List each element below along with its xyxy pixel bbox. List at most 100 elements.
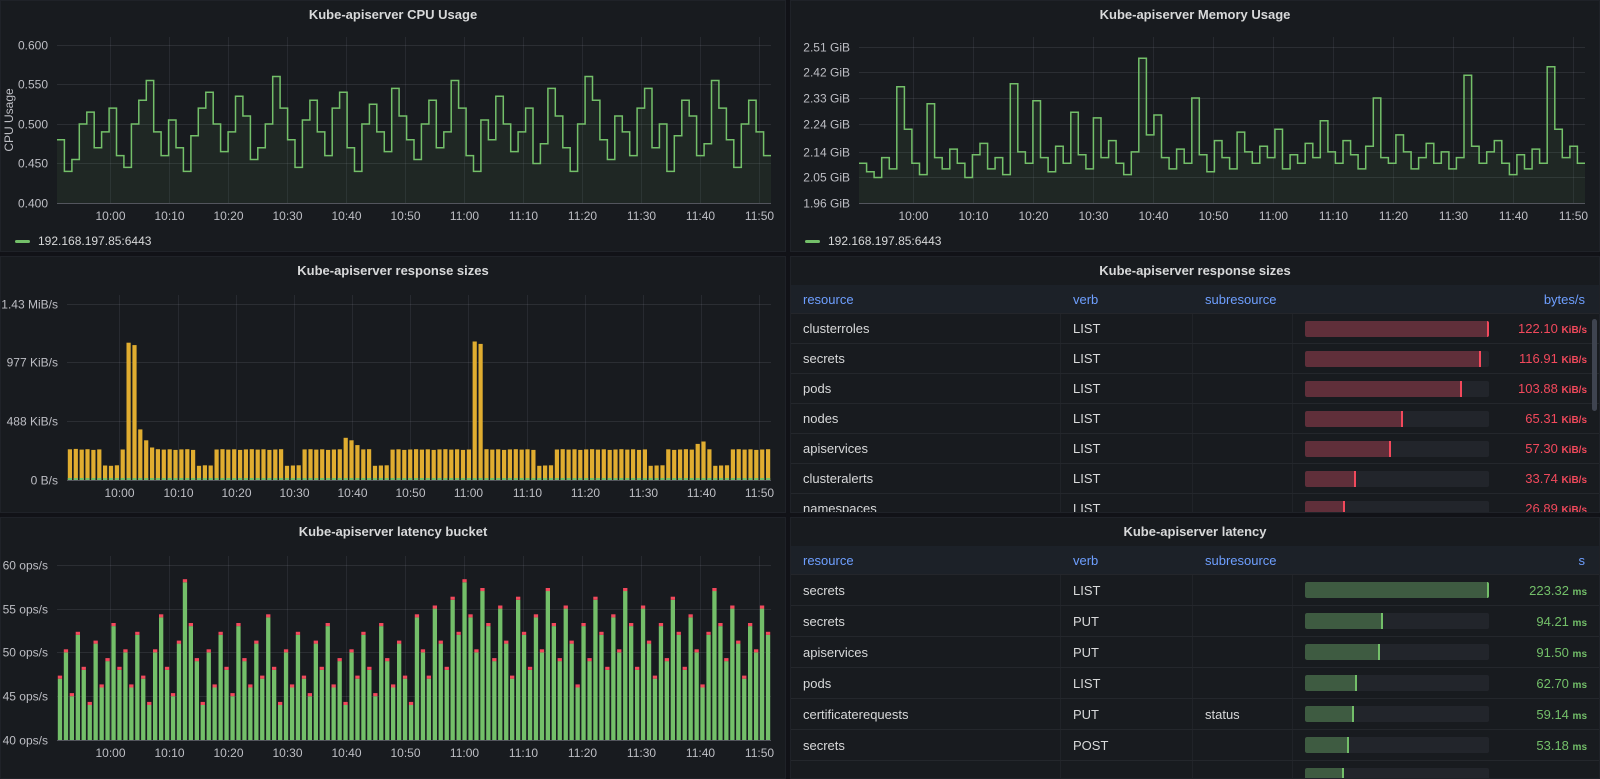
cell-verb: LIST <box>1061 494 1193 512</box>
panel-title-response-sizes-table[interactable]: Kube-apiserver response sizes <box>791 257 1599 285</box>
cell-resource: clusteralerts <box>791 464 1061 493</box>
column-header-subresource[interactable]: subresource <box>1193 553 1293 568</box>
panel-title-cpu[interactable]: Kube-apiserver CPU Usage <box>1 1 785 29</box>
svg-text:11:50: 11:50 <box>1559 209 1588 223</box>
svg-text:40 ops/s: 40 ops/s <box>3 734 48 748</box>
svg-text:2.14 GiB: 2.14 GiB <box>803 146 850 160</box>
table-row: secretsPUT94.21 ms <box>791 606 1599 637</box>
cell-subresource <box>1193 464 1293 493</box>
cell-subresource <box>1193 434 1293 463</box>
table-row: certificaterequestsPUTstatus59.14 ms <box>791 699 1599 730</box>
panel-title-latency-table[interactable]: Kube-apiserver latency <box>791 518 1599 546</box>
svg-text:10:10: 10:10 <box>154 746 184 760</box>
column-header-bytes[interactable]: bytes/s <box>1293 292 1599 307</box>
cell-gauge: 94.21 ms <box>1293 606 1599 636</box>
svg-text:10:20: 10:20 <box>213 209 243 223</box>
gauge-track <box>1305 706 1489 722</box>
cell-verb: LIST <box>1061 344 1193 373</box>
gauge-bar <box>1305 706 1354 722</box>
cell-gauge: 59.14 ms <box>1293 699 1599 729</box>
table-row: podsLIST103.88 KiB/s <box>791 374 1599 404</box>
column-header-resource[interactable]: resource <box>791 553 1061 568</box>
cell-subresource <box>1193 637 1293 667</box>
column-header-verb[interactable]: verb <box>1061 292 1193 307</box>
panel-memory-usage: Kube-apiserver Memory Usage 2.51 GiB2.42… <box>790 0 1600 252</box>
cell-verb: LIST <box>1061 668 1193 698</box>
svg-text:977 KiB/s: 977 KiB/s <box>7 356 58 370</box>
cell-verb <box>1061 761 1193 778</box>
table-scrollbar[interactable] <box>1592 319 1597 411</box>
cell-value: 65.31 KiB/s <box>1499 411 1587 426</box>
cell-resource: pods <box>791 668 1061 698</box>
svg-text:0.450: 0.450 <box>18 157 48 171</box>
svg-text:11:00: 11:00 <box>450 746 479 760</box>
gauge-bar <box>1305 644 1380 660</box>
table-row: namespacesLIST26.89 KiB/s <box>791 494 1599 512</box>
svg-text:11:30: 11:30 <box>627 746 656 760</box>
memory-usage-chart[interactable]: 2.51 GiB2.42 GiB2.33 GiB2.24 GiB2.14 GiB… <box>791 29 1599 229</box>
table-header: resource verb subresource bytes/s <box>791 285 1599 314</box>
svg-text:10:50: 10:50 <box>390 209 420 223</box>
cell-subresource <box>1193 404 1293 433</box>
cell-gauge: 122.10 KiB/s <box>1293 314 1599 343</box>
panel-response-sizes-chart: Kube-apiserver response sizes 1.43 MiB/s… <box>0 256 786 513</box>
chart-svg: 1.43 MiB/s977 KiB/s488 KiB/s0 B/s10:0010… <box>1 285 785 513</box>
svg-text:11:20: 11:20 <box>568 746 597 760</box>
cell-value: 57.30 KiB/s <box>1499 441 1587 456</box>
panel-title-memory[interactable]: Kube-apiserver Memory Usage <box>791 1 1599 29</box>
memory-legend[interactable]: 192.168.197.85:6443 <box>791 229 1599 252</box>
cell-resource: nodes <box>791 404 1061 433</box>
latency-bucket-chart[interactable]: 60 ops/s55 ops/s50 ops/s45 ops/s40 ops/s… <box>1 546 785 779</box>
response-sizes-chart[interactable]: 1.43 MiB/s977 KiB/s488 KiB/s0 B/s10:0010… <box>1 285 785 513</box>
cell-resource: secrets <box>791 344 1061 373</box>
cpu-usage-chart[interactable]: 0.6000.5500.5000.4500.40010:0010:1010:20… <box>1 29 785 229</box>
table-row <box>791 761 1599 778</box>
cell-subresource <box>1193 374 1293 403</box>
svg-text:2.51 GiB: 2.51 GiB <box>803 41 850 55</box>
cell-value: 122.10 KiB/s <box>1499 321 1587 336</box>
svg-text:10:20: 10:20 <box>1018 209 1048 223</box>
cpu-legend[interactable]: 192.168.197.85:6443 <box>1 229 785 252</box>
cell-gauge: 223.32 ms <box>1293 575 1599 605</box>
column-header-subresource[interactable]: subresource <box>1193 292 1293 307</box>
gauge-track <box>1305 351 1489 367</box>
svg-text:11:40: 11:40 <box>686 746 715 760</box>
cell-gauge: 103.88 KiB/s <box>1293 374 1599 403</box>
svg-text:0.550: 0.550 <box>18 78 48 92</box>
cell-verb: PUT <box>1061 699 1193 729</box>
gauge-bar <box>1305 351 1481 367</box>
cell-gauge: 62.70 ms <box>1293 668 1599 698</box>
cell-verb: PUT <box>1061 606 1193 636</box>
cell-verb: LIST <box>1061 434 1193 463</box>
panel-cpu-usage: Kube-apiserver CPU Usage 0.6000.5500.500… <box>0 0 786 252</box>
panel-title-response-sizes[interactable]: Kube-apiserver response sizes <box>1 257 785 285</box>
svg-text:10:10: 10:10 <box>958 209 988 223</box>
gauge-track <box>1305 441 1489 457</box>
cell-subresource <box>1193 761 1293 778</box>
cell-resource: clusterroles <box>791 314 1061 343</box>
table-row: clusterrolesLIST 122.10 KiB/s <box>791 314 1599 344</box>
svg-text:10:00: 10:00 <box>95 746 125 760</box>
cell-resource: secrets <box>791 575 1061 605</box>
column-header-seconds[interactable]: s <box>1293 553 1599 568</box>
cell-verb: LIST <box>1061 404 1193 433</box>
gauge-track <box>1305 471 1489 487</box>
cell-gauge: 26.89 KiB/s <box>1293 494 1599 512</box>
panel-latency-bucket: Kube-apiserver latency bucket 60 ops/s55… <box>0 517 786 779</box>
cell-resource: certificaterequests <box>791 699 1061 729</box>
table-body: secretsLIST223.32 mssecretsPUT94.21 msap… <box>791 575 1599 778</box>
svg-text:11:40: 11:40 <box>686 209 715 223</box>
svg-text:10:50: 10:50 <box>395 486 425 500</box>
column-header-verb[interactable]: verb <box>1061 553 1193 568</box>
svg-text:10:30: 10:30 <box>272 209 302 223</box>
column-header-resource[interactable]: resource <box>791 292 1061 307</box>
cell-verb: LIST <box>1061 314 1193 343</box>
gauge-bar <box>1305 613 1383 629</box>
svg-text:0.400: 0.400 <box>18 197 48 211</box>
gauge-bar <box>1305 768 1344 778</box>
gauge-bar <box>1305 501 1345 513</box>
legend-series-dash-icon <box>805 240 820 243</box>
cell-resource <box>791 761 1061 778</box>
cell-value: 94.21 ms <box>1499 614 1587 629</box>
panel-title-latency-bucket[interactable]: Kube-apiserver latency bucket <box>1 518 785 546</box>
